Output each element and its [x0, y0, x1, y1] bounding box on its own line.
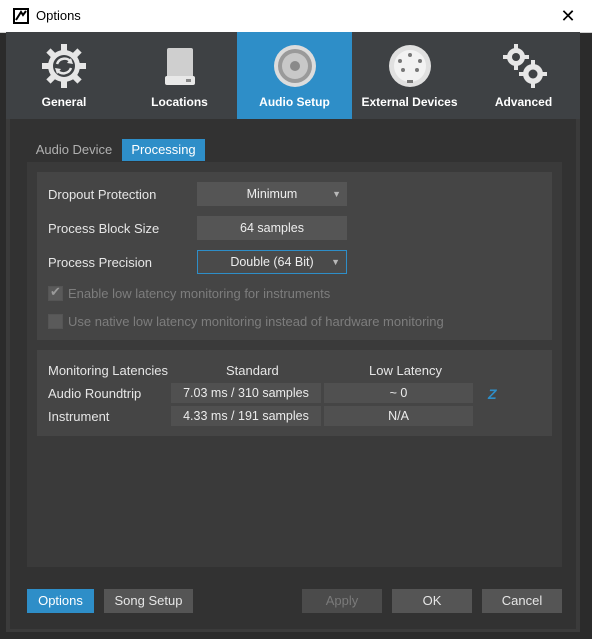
checkmark-icon: ✔: [50, 284, 61, 299]
category-external-devices[interactable]: External Devices: [352, 32, 467, 119]
dropout-protection-value: Minimum: [246, 187, 298, 201]
low-latency-column-header: Low Latency: [369, 363, 442, 378]
chevron-down-icon: ▼: [332, 189, 341, 199]
low-latency-instruments-checkbox[interactable]: ✔: [48, 284, 63, 301]
window-title: Options: [36, 8, 81, 23]
category-label: Advanced: [494, 95, 553, 109]
speaker-icon: [273, 45, 316, 87]
dropout-protection-dropdown[interactable]: Minimum ▼: [197, 182, 347, 206]
category-general[interactable]: General: [6, 32, 122, 119]
process-precision-value: Double (64 Bit): [230, 255, 314, 269]
process-precision-label: Process Precision: [48, 255, 153, 270]
close-button[interactable]: ✕: [548, 0, 588, 32]
tab-audio-device[interactable]: Audio Device: [31, 139, 117, 161]
gears-icon: [502, 44, 547, 88]
song-setup-button[interactable]: Song Setup: [104, 589, 193, 613]
native-low-latency-checkbox[interactable]: [48, 314, 63, 329]
app-icon: [13, 8, 29, 24]
category-label: General: [41, 95, 87, 109]
category-advanced[interactable]: Advanced: [467, 32, 580, 119]
category-audio-setup[interactable]: Audio Setup: [237, 32, 352, 119]
instrument-label: Instrument: [48, 409, 110, 424]
category-bar: General Locations Audio Setup External D…: [6, 32, 580, 119]
chevron-down-icon: ▼: [331, 257, 340, 267]
category-locations[interactable]: Locations: [122, 32, 237, 119]
tab-processing[interactable]: Processing: [122, 139, 205, 161]
apply-button[interactable]: Apply: [302, 589, 382, 613]
process-block-size-label: Process Block Size: [48, 221, 160, 236]
instrument-standard: 4.33 ms / 191 samples: [171, 406, 321, 426]
monitoring-latencies-header: Monitoring Latencies: [48, 363, 168, 378]
audio-roundtrip-label: Audio Roundtrip: [48, 386, 142, 401]
audio-roundtrip-standard: 7.03 ms / 310 samples: [171, 383, 321, 403]
options-button[interactable]: Options: [27, 589, 94, 613]
process-block-size-field[interactable]: 64 samples: [197, 216, 347, 240]
gear-refresh-icon: [42, 44, 86, 88]
ok-button[interactable]: OK: [392, 589, 472, 613]
low-latency-z-icon: Z: [488, 386, 497, 402]
audio-roundtrip-low-latency: ~ 0: [324, 383, 473, 403]
category-label: Locations: [151, 95, 208, 109]
midi-port-icon: [388, 45, 431, 87]
category-label: Audio Setup: [259, 95, 330, 109]
cancel-button[interactable]: Cancel: [482, 589, 562, 613]
process-precision-dropdown[interactable]: Double (64 Bit) ▼: [197, 250, 347, 274]
hard-drive-icon: [164, 48, 195, 85]
standard-column-header: Standard: [226, 363, 279, 378]
native-low-latency-label: Use native low latency monitoring instea…: [68, 314, 444, 329]
title-bar: Options ✕: [0, 0, 592, 33]
low-latency-instruments-label: Enable low latency monitoring for instru…: [68, 286, 331, 301]
dropout-protection-label: Dropout Protection: [48, 187, 157, 202]
category-label: External Devices: [361, 95, 458, 109]
instrument-low-latency: N/A: [324, 406, 473, 426]
